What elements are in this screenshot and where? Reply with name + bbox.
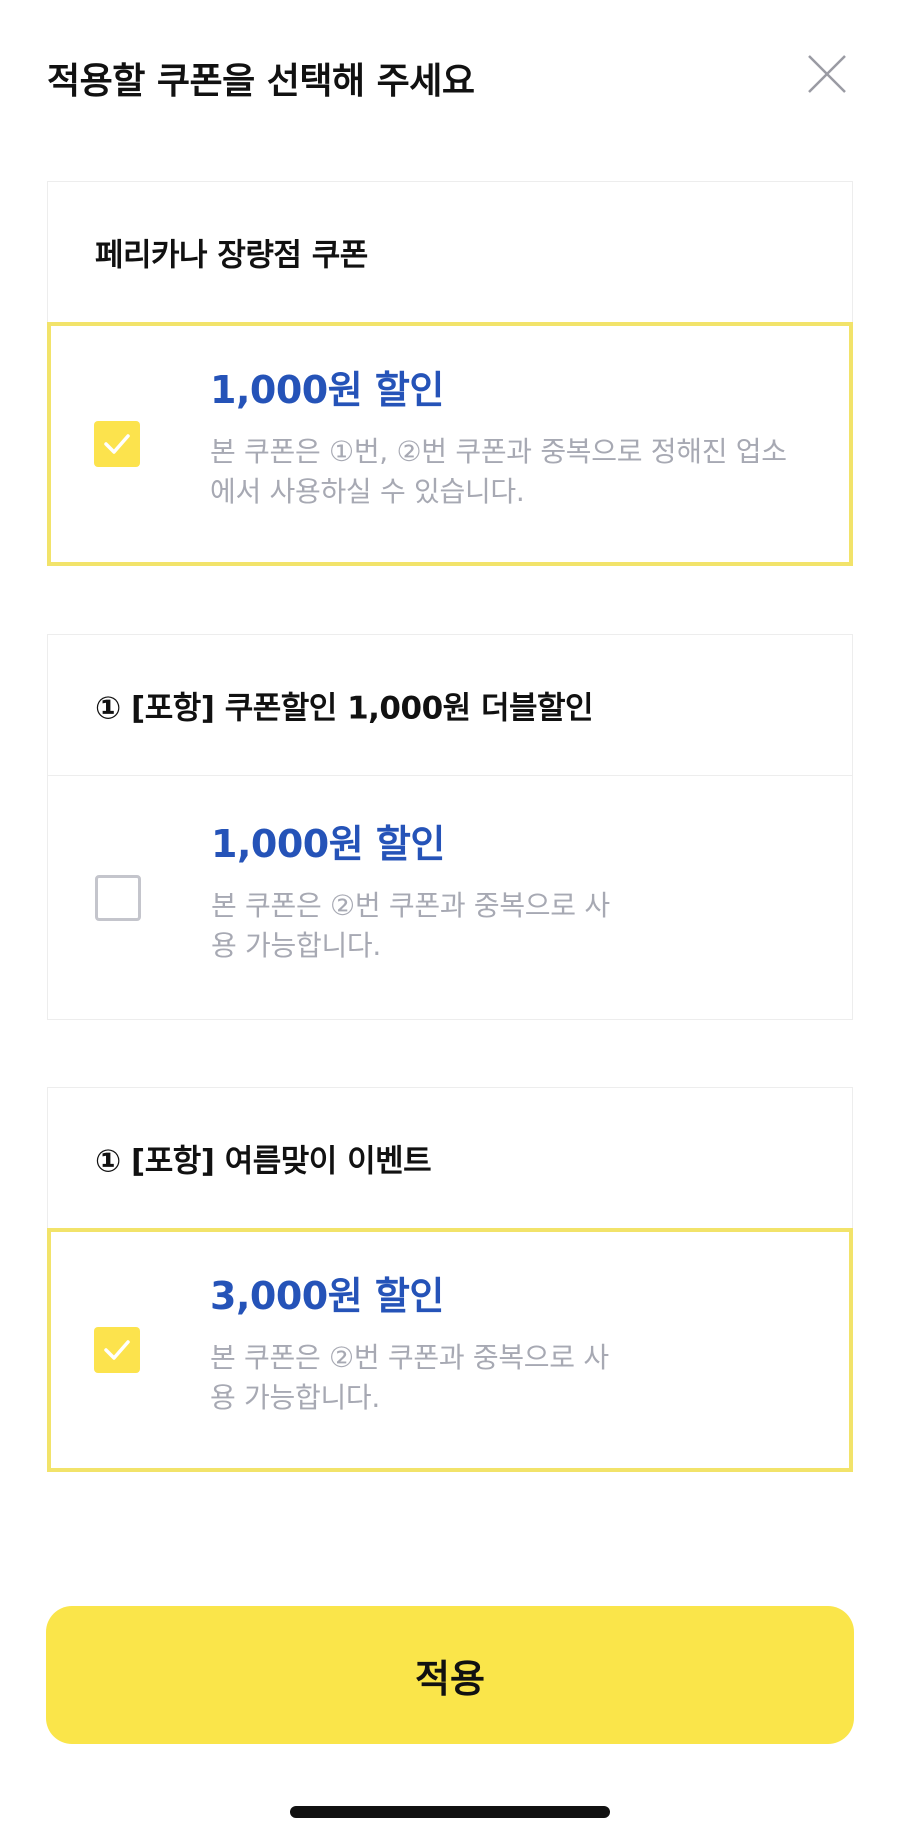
coupon-amount: 1,000원 할인 bbox=[210, 368, 444, 412]
close-button[interactable] bbox=[801, 48, 853, 100]
apply-button-label: 적용 bbox=[415, 1658, 485, 1701]
coupon-group-header: 페리카나 장량점 쿠폰 bbox=[48, 182, 852, 322]
coupon-group: ① [포항] 쿠폰할인 1,000원 더블할인 1,000원 할인 본 쿠폰은 … bbox=[47, 634, 853, 1020]
coupon-option[interactable]: 3,000원 할인 본 쿠폰은 ②번 쿠폰과 중복으로 사용 가능합니다. bbox=[47, 1228, 853, 1472]
coupon-checkbox[interactable] bbox=[94, 421, 140, 467]
coupon-text: 1,000원 할인 본 쿠폰은 ①번, ②번 쿠폰과 중복으로 정해진 업소에서… bbox=[210, 366, 809, 512]
coupon-option[interactable]: 1,000원 할인 본 쿠폰은 ①번, ②번 쿠폰과 중복으로 정해진 업소에서… bbox=[47, 322, 853, 566]
close-icon bbox=[808, 55, 846, 93]
coupon-group: ① [포항] 여름맞이 이벤트 3,000원 할인 본 쿠폰은 ②번 쿠폰과 중… bbox=[47, 1087, 853, 1472]
coupon-amount: 3,000원 할인 bbox=[210, 1274, 444, 1318]
coupon-description: 본 쿠폰은 ②번 쿠폰과 중복으로 사용 가능합니다. bbox=[210, 1341, 609, 1414]
coupon-group-header: ① [포항] 쿠폰할인 1,000원 더블할인 bbox=[48, 635, 852, 775]
coupon-group-title: 페리카나 장량점 쿠폰 bbox=[95, 237, 368, 274]
check-icon bbox=[104, 1340, 130, 1360]
sheet-title: 적용할 쿠폰을 선택해 주세요 bbox=[47, 61, 475, 102]
coupon-amount: 1,000원 할인 bbox=[211, 822, 445, 866]
coupon-description: 본 쿠폰은 ②번 쿠폰과 중복으로 사용 가능합니다. bbox=[211, 889, 610, 962]
coupon-description: 본 쿠폰은 ①번, ②번 쿠폰과 중복으로 정해진 업소에서 사용하실 수 있습… bbox=[210, 435, 787, 508]
sheet-header: 적용할 쿠폰을 선택해 주세요 bbox=[47, 48, 853, 108]
coupon-group-title: ① [포항] 여름맞이 이벤트 bbox=[95, 1143, 432, 1180]
coupon-checkbox[interactable] bbox=[95, 874, 141, 921]
coupon-select-sheet: 적용할 쿠폰을 선택해 주세요 페리카나 장량점 쿠폰 1,000원 할인 본 … bbox=[0, 0, 900, 1834]
coupon-text: 1,000원 할인 본 쿠폰은 ②번 쿠폰과 중복으로 사용 가능합니다. bbox=[211, 820, 812, 966]
home-indicator bbox=[290, 1806, 610, 1818]
coupon-group-header: ① [포항] 여름맞이 이벤트 bbox=[48, 1088, 852, 1228]
coupon-text: 3,000원 할인 본 쿠폰은 ②번 쿠폰과 중복으로 사용 가능합니다. bbox=[210, 1272, 809, 1418]
coupon-checkbox[interactable] bbox=[94, 1327, 140, 1373]
check-icon bbox=[104, 434, 130, 454]
coupon-group: 페리카나 장량점 쿠폰 1,000원 할인 본 쿠폰은 ①번, ②번 쿠폰과 중… bbox=[47, 181, 853, 566]
coupon-option[interactable]: 1,000원 할인 본 쿠폰은 ②번 쿠폰과 중복으로 사용 가능합니다. bbox=[48, 775, 852, 1019]
coupon-group-title: ① [포항] 쿠폰할인 1,000원 더블할인 bbox=[95, 690, 594, 727]
apply-button[interactable]: 적용 bbox=[46, 1606, 854, 1744]
